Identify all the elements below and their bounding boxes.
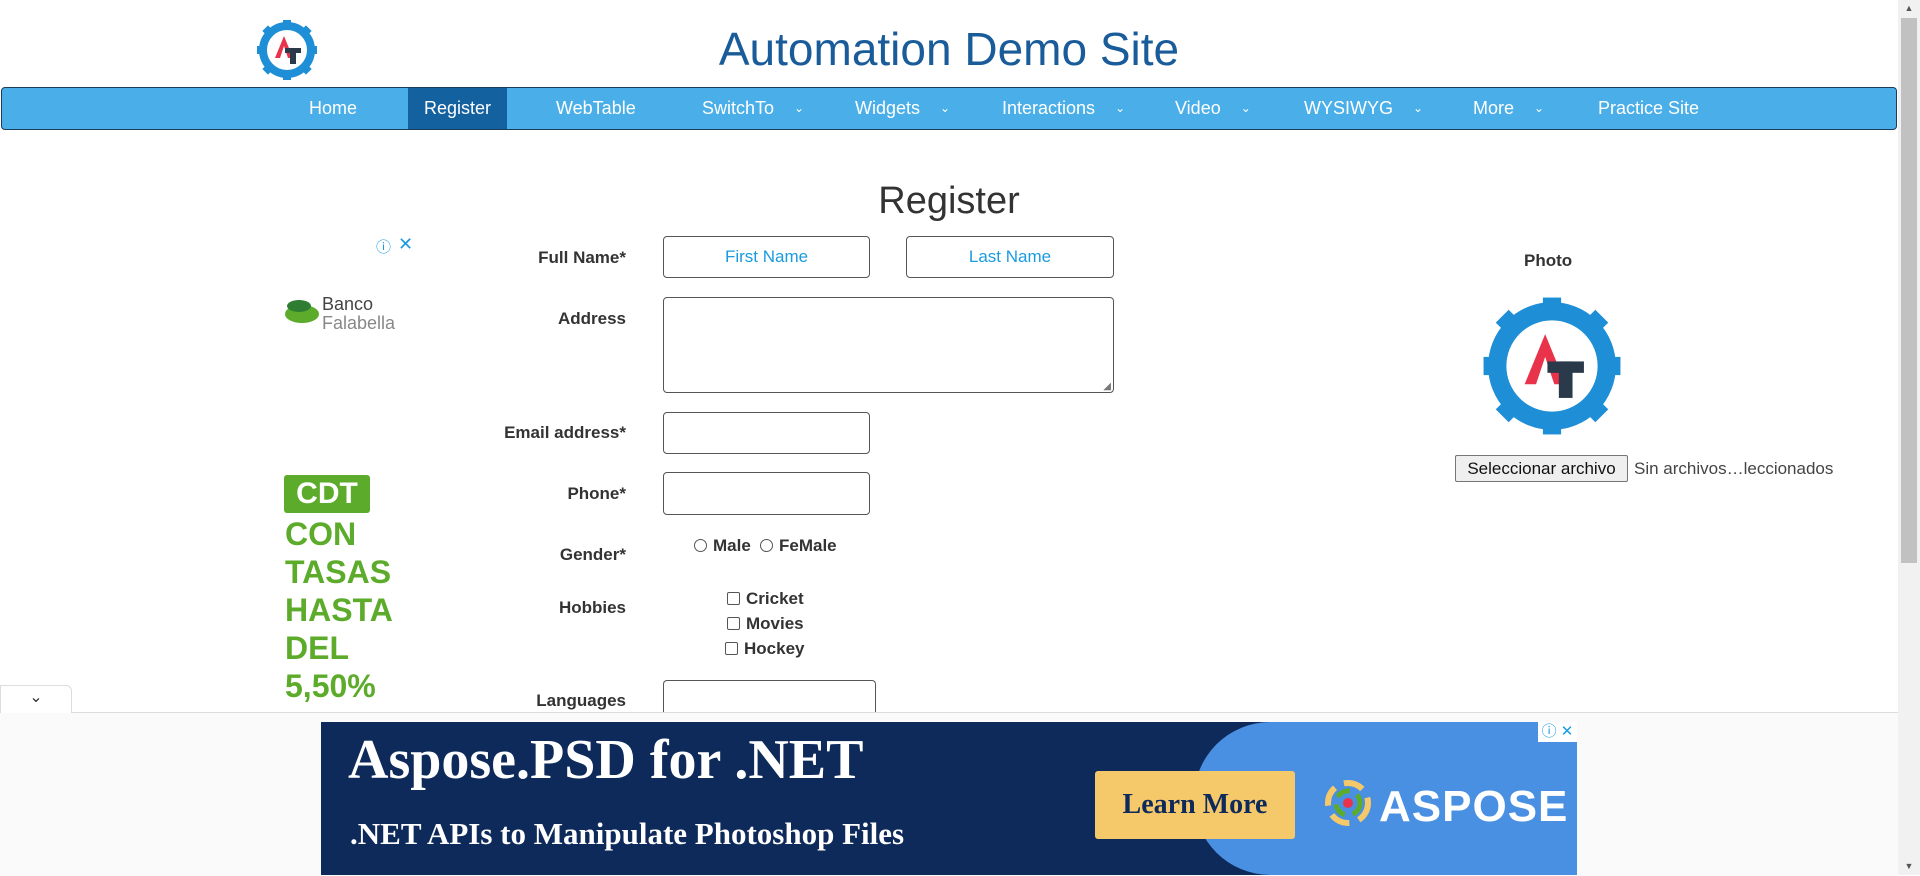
address-label: Address <box>557 309 626 328</box>
ad-collapse-button[interactable]: ⌄ <box>0 685 72 713</box>
chevron-down-icon: ⌄ <box>1413 101 1424 115</box>
nav-item-practice-site[interactable]: Practice Site <box>1598 88 1699 129</box>
ad-cdt-text[interactable]: CON TASAS HASTA DEL 5,50% <box>285 515 393 705</box>
checkbox-cricket[interactable] <box>727 592 740 605</box>
nav-label: WebTable <box>556 98 636 118</box>
languages-input[interactable] <box>663 680 876 712</box>
checkbox-hockey[interactable] <box>725 642 738 655</box>
nav-item-switchto[interactable]: SwitchTo ⌄ <box>702 88 804 129</box>
nav-item-register[interactable]: Register <box>408 88 508 129</box>
gender-male-label: Male <box>713 536 751 555</box>
nav-label: Widgets <box>855 98 921 118</box>
nav-item-interactions[interactable]: Interactions ⌄ <box>1002 88 1125 129</box>
nav-label: More <box>1473 98 1515 118</box>
ad-cdt-badge[interactable]: CDT <box>284 475 370 513</box>
ad-line: DEL <box>285 630 349 666</box>
chevron-down-icon: ⌄ <box>1240 101 1251 115</box>
hobby-movies-label: Movies <box>746 614 804 633</box>
scroll-up-icon[interactable]: ▲ <box>1898 0 1920 17</box>
photo-label: Photo <box>1524 251 1573 270</box>
ad-headline[interactable]: Aspose.PSD for .NET <box>348 728 863 792</box>
gender-female-option[interactable]: FeMale <box>760 536 837 556</box>
last-name-input[interactable]: Last Name <box>906 236 1114 278</box>
ad-subline[interactable]: .NET APIs to Manipulate Photoshop Files <box>350 816 904 852</box>
nav-item-wysiwyg[interactable]: WYSIWYG ⌄ <box>1304 88 1423 129</box>
file-status-text: Sin archivos…leccionados <box>1634 459 1834 478</box>
ad-line: 5,50% <box>285 668 376 704</box>
chevron-down-icon: ⌄ <box>940 101 951 115</box>
resize-handle-icon[interactable]: ◢ <box>1103 381 1111 392</box>
hobby-cricket-label: Cricket <box>746 589 804 608</box>
hobby-cricket[interactable]: Cricket <box>727 589 804 609</box>
bottom-ad-controls[interactable]: ⓘ ✕ <box>1538 722 1577 742</box>
ad-bank-line2: Falabella <box>322 313 396 333</box>
aspose-logo-icon <box>1325 780 1371 826</box>
ad-bank-name[interactable]: Banco Falabella <box>322 295 395 333</box>
gender-male-option[interactable]: Male <box>694 536 751 556</box>
hobby-hockey[interactable]: Hockey <box>725 639 804 659</box>
nav-item-more[interactable]: More ⌄ <box>1473 88 1544 129</box>
checkbox-movies[interactable] <box>727 617 740 630</box>
hobbies-label: Hobbies <box>558 598 626 617</box>
chevron-down-icon: ⌄ <box>29 689 43 706</box>
phone-label: Phone* <box>567 484 626 503</box>
photo-preview-logo <box>1479 292 1625 440</box>
nav-label: Register <box>424 98 492 118</box>
page-title: Register <box>878 180 1020 222</box>
nav-label: Interactions <box>1002 98 1096 118</box>
nav-label: Home <box>309 98 358 118</box>
phone-input[interactable] <box>663 472 870 515</box>
ad-line: TASAS <box>285 554 392 590</box>
chevron-down-icon: ⌄ <box>1115 101 1126 115</box>
chevron-down-icon: ⌄ <box>1534 101 1545 115</box>
full-name-label: Full Name* <box>538 248 626 267</box>
hobby-hockey-label: Hockey <box>744 639 805 658</box>
main-nav: Home Register WebTable SwitchTo ⌄ Widgets… <box>1 87 1897 130</box>
ad-bank-line1: Banco <box>322 294 374 314</box>
languages-label: Languages <box>536 691 626 710</box>
ad-close-icon[interactable]: ✕ <box>398 234 413 255</box>
site-title: Automation Demo Site <box>718 23 1180 75</box>
scrollbar-thumb[interactable] <box>1901 18 1917 563</box>
nav-label: Practice Site <box>1598 98 1700 118</box>
nav-label: WYSIWYG <box>1304 98 1393 118</box>
nav-item-video[interactable]: Video ⌄ <box>1175 88 1251 129</box>
nav-item-home[interactable]: Home <box>309 88 357 129</box>
ad-line: CON <box>285 516 357 552</box>
radio-male[interactable] <box>694 539 707 552</box>
nav-label: Video <box>1175 98 1221 118</box>
nav-item-widgets[interactable]: Widgets ⌄ <box>855 88 950 129</box>
nav-item-webtable[interactable]: WebTable <box>556 88 636 129</box>
gender-label: Gender* <box>559 545 626 564</box>
nav-label: SwitchTo <box>702 98 775 118</box>
banco-falabella-logo-icon[interactable] <box>282 292 322 332</box>
ad-info-icon[interactable]: ⓘ <box>1542 723 1557 740</box>
ad-close-icon[interactable]: ✕ <box>1561 723 1574 740</box>
first-name-input[interactable]: First Name <box>663 236 870 278</box>
address-textarea[interactable]: ◢ <box>663 297 1114 393</box>
gender-female-label: FeMale <box>779 536 837 555</box>
email-label: Email address* <box>504 423 626 442</box>
email-input[interactable] <box>663 412 870 454</box>
ad-learn-more-button[interactable]: Learn More <box>1095 771 1295 839</box>
ad-brand-name: ASPOSE <box>1379 782 1569 831</box>
hobby-movies[interactable]: Movies <box>727 614 804 634</box>
scroll-down-icon[interactable]: ▼ <box>1898 858 1920 875</box>
ad-info-icon[interactable]: ⓘ <box>376 236 391 257</box>
ad-line: HASTA <box>285 592 393 628</box>
choose-file-button[interactable]: Seleccionar archivo <box>1455 455 1628 482</box>
chevron-down-icon: ⌄ <box>794 101 805 115</box>
radio-female[interactable] <box>760 539 773 552</box>
